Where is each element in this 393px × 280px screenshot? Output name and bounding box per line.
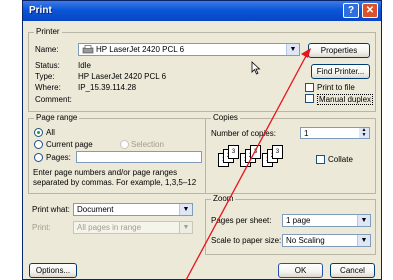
pages-per-sheet-label: Pages per sheet: [211,216,272,225]
name-label: Name: [35,45,59,54]
number-of-copies-spinner[interactable]: 1 ▲ ▼ [300,127,370,139]
print-select[interactable]: All pages in range ▼ [73,221,193,234]
collate-label[interactable]: Collate [328,155,353,164]
mouse-cursor-icon [251,61,261,75]
selection-label: Selection [131,140,164,149]
find-printer-button[interactable]: Find Printer... [311,64,370,79]
collate-checkbox[interactable] [316,155,325,164]
type-label: Type: [35,72,55,81]
print-to-file-label[interactable]: Print to file [317,83,355,92]
pages-label[interactable]: Pages: [46,153,71,162]
copies-group-label: Copies [211,113,240,122]
print-what-select[interactable]: Document ▼ [73,203,193,216]
page-icon: 3 [272,145,283,159]
selection-radio[interactable] [120,140,129,149]
cancel-button[interactable]: Cancel [330,263,375,278]
status-label: Status: [35,61,60,70]
print-label: Print: [32,223,51,232]
where-value: IP_15.39.114.28 [78,83,137,92]
manual-duplex-label[interactable]: Manual duplex [317,94,374,105]
current-page-radio[interactable] [34,140,43,149]
scale-to-paper-size-label: Scale to paper size: [211,236,282,245]
print-what-label: Print what: [32,205,70,214]
page-range-hint-line2: separated by commas. For example, 1,3,5–… [33,178,197,187]
printer-icon [82,45,94,54]
printer-name-select[interactable]: HP LaserJet 2420 PCL 6 ▼ [78,43,300,56]
spinner-arrows-icon[interactable]: ▲ ▼ [359,128,369,138]
page-icon: 3 [228,145,239,159]
where-label: Where: [35,83,61,92]
printer-group-label: Printer [34,27,62,36]
page-icon: 3 [250,145,261,159]
all-radio[interactable] [34,128,43,137]
zoom-group-label: Zoom [211,194,236,203]
pages-input[interactable] [76,151,202,163]
scale-to-paper-size-select[interactable]: No Scaling ▼ [282,234,371,247]
help-icon: ? [347,5,355,16]
collate-illustration: 1 2 3 1 2 3 1 2 3 [218,145,288,181]
close-button[interactable]: ✕ [362,3,378,18]
chevron-down-icon: ▼ [286,44,299,55]
chevron-down-icon: ▼ [357,235,370,246]
manual-duplex-checkbox[interactable] [305,94,314,103]
print-to-file-checkbox[interactable] [305,83,314,92]
options-button[interactable]: Options... [29,263,77,278]
close-icon: ✕ [365,5,375,16]
chevron-down-icon: ▼ [179,222,192,233]
page-range-hint-line1: Enter page numbers and/or page ranges [33,168,178,177]
pages-radio[interactable] [34,153,43,162]
help-button[interactable]: ? [343,3,359,18]
all-label[interactable]: All [46,128,55,137]
properties-button[interactable]: Properties [308,43,370,58]
current-page-label[interactable]: Current page [46,140,93,149]
title-bar[interactable]: Print ? ✕ [23,1,381,21]
dialog-title: Print [29,5,52,16]
print-dialog: Print ? ✕ Printer Name: HP LaserJet 2420… [22,0,382,280]
type-value: HP LaserJet 2420 PCL 6 [78,72,167,81]
chevron-down-icon: ▼ [179,204,192,215]
ok-button[interactable]: OK [278,263,323,278]
number-of-copies-label: Number of copies: [211,129,276,138]
chevron-down-icon: ▼ [357,215,370,226]
comment-label: Comment: [35,95,72,104]
pages-per-sheet-select[interactable]: 1 page ▼ [282,214,371,227]
printer-name-value: HP LaserJet 2420 PCL 6 [96,45,185,54]
status-value: Idle [78,61,91,70]
page-range-group-label: Page range [34,113,80,122]
